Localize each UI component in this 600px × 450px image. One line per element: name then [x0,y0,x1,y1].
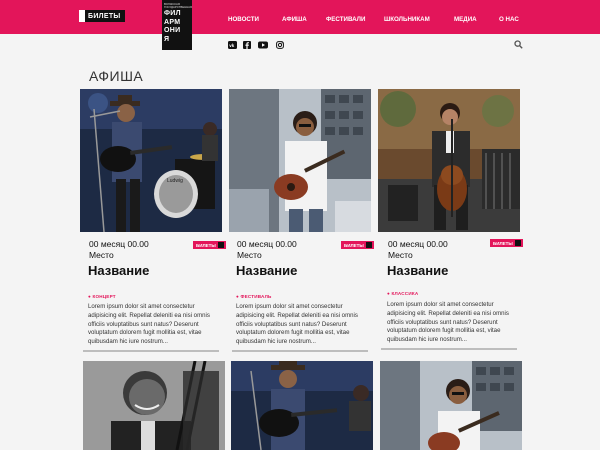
logo-small-line-2: ГОСУДАРСТВЕННАЯ [164,5,192,9]
tickets-button[interactable]: БИЛЕТЫ [79,10,125,22]
tickets-badge-label: БИЛЕТЫ [344,242,364,248]
youtube-icon[interactable] [258,41,268,49]
event-photo-bassist[interactable] [83,361,225,450]
ticket-icon [514,240,521,246]
nav-schoolchildren[interactable]: ШКОЛЬНИКАМ [384,16,430,23]
logo-line-3: ОНИ [164,27,181,34]
svg-text:vk: vk [229,43,235,48]
tickets-badge[interactable]: БИЛЕТЫ [193,241,226,249]
logo-line-4: Я [164,35,170,43]
svg-text:Ludwig: Ludwig [167,178,183,184]
nav-news[interactable]: НОВОСТИ [228,16,259,23]
facebook-icon[interactable] [243,41,251,49]
event-name[interactable]: Название [88,263,149,278]
event-name[interactable]: Название [387,263,448,278]
philharmonic-logo[interactable]: ВОЛЖСКАЯ ГОСУДАРСТВЕННАЯ ФИЛ АРМ ОНИ Я [162,0,192,50]
tickets-label: БИЛЕТЫ [88,12,121,20]
event-description: Lorem ipsum dolor sit amet consectetur a… [88,303,210,346]
logo-line-2: АРМ [164,18,181,26]
nav-about[interactable]: О НАС [499,16,519,23]
event-description: Lorem ipsum dolor sit amet consectetur a… [387,301,509,344]
ticket-icon [217,242,224,248]
event-tag[interactable]: ● КОНЦЕРТ [88,294,116,299]
event-tag-label: КЛАССИКА [391,291,419,296]
ticket-icon [365,242,372,248]
event-tag-label: КОНЦЕРТ [92,294,116,299]
event-tag[interactable]: ● КЛАССИКА [387,291,418,296]
ticket-icon [79,10,85,22]
card-divider [381,348,517,350]
event-place: Место [89,250,114,260]
nav-media[interactable]: МЕДИА [454,16,477,23]
event-photo-guitarist-band-2[interactable] [231,361,373,450]
vk-icon[interactable]: vk [228,41,237,49]
event-photo-cellist[interactable] [378,89,520,232]
event-date: 00 месяц 00.00 [89,239,149,249]
card-divider [83,350,219,352]
event-description: Lorem ipsum dolor sit amet consectetur a… [236,303,358,346]
nav-afisha[interactable]: АФИША [282,16,307,23]
tickets-badge[interactable]: БИЛЕТЫ [490,239,523,247]
tickets-badge[interactable]: БИЛЕТЫ [341,241,374,249]
event-photo-guitarist-band[interactable]: Ludwig [80,89,222,232]
card-divider [232,350,368,352]
tickets-badge-label: БИЛЕТЫ [196,242,216,248]
event-date: 00 месяц 00.00 [388,239,448,249]
event-place: Место [237,250,262,260]
instagram-icon[interactable] [276,41,284,49]
logo-line-1: ФИЛ [164,10,181,17]
event-place: Место [388,250,413,260]
search-icon[interactable] [514,40,523,49]
event-date: 00 месяц 00.00 [237,239,297,249]
page-title: АФИША [89,68,144,84]
tickets-badge-label: БИЛЕТЫ [493,240,513,246]
nav-festivals[interactable]: ФЕСТИВАЛИ [326,16,365,23]
event-tag[interactable]: ● ФЕСТИВАЛЬ [236,294,272,299]
event-photo-street-guitarist[interactable] [229,89,371,232]
event-name[interactable]: Название [236,263,297,278]
event-photo-street-guitarist-2[interactable] [380,361,522,450]
event-tag-label: ФЕСТИВАЛЬ [240,294,272,299]
